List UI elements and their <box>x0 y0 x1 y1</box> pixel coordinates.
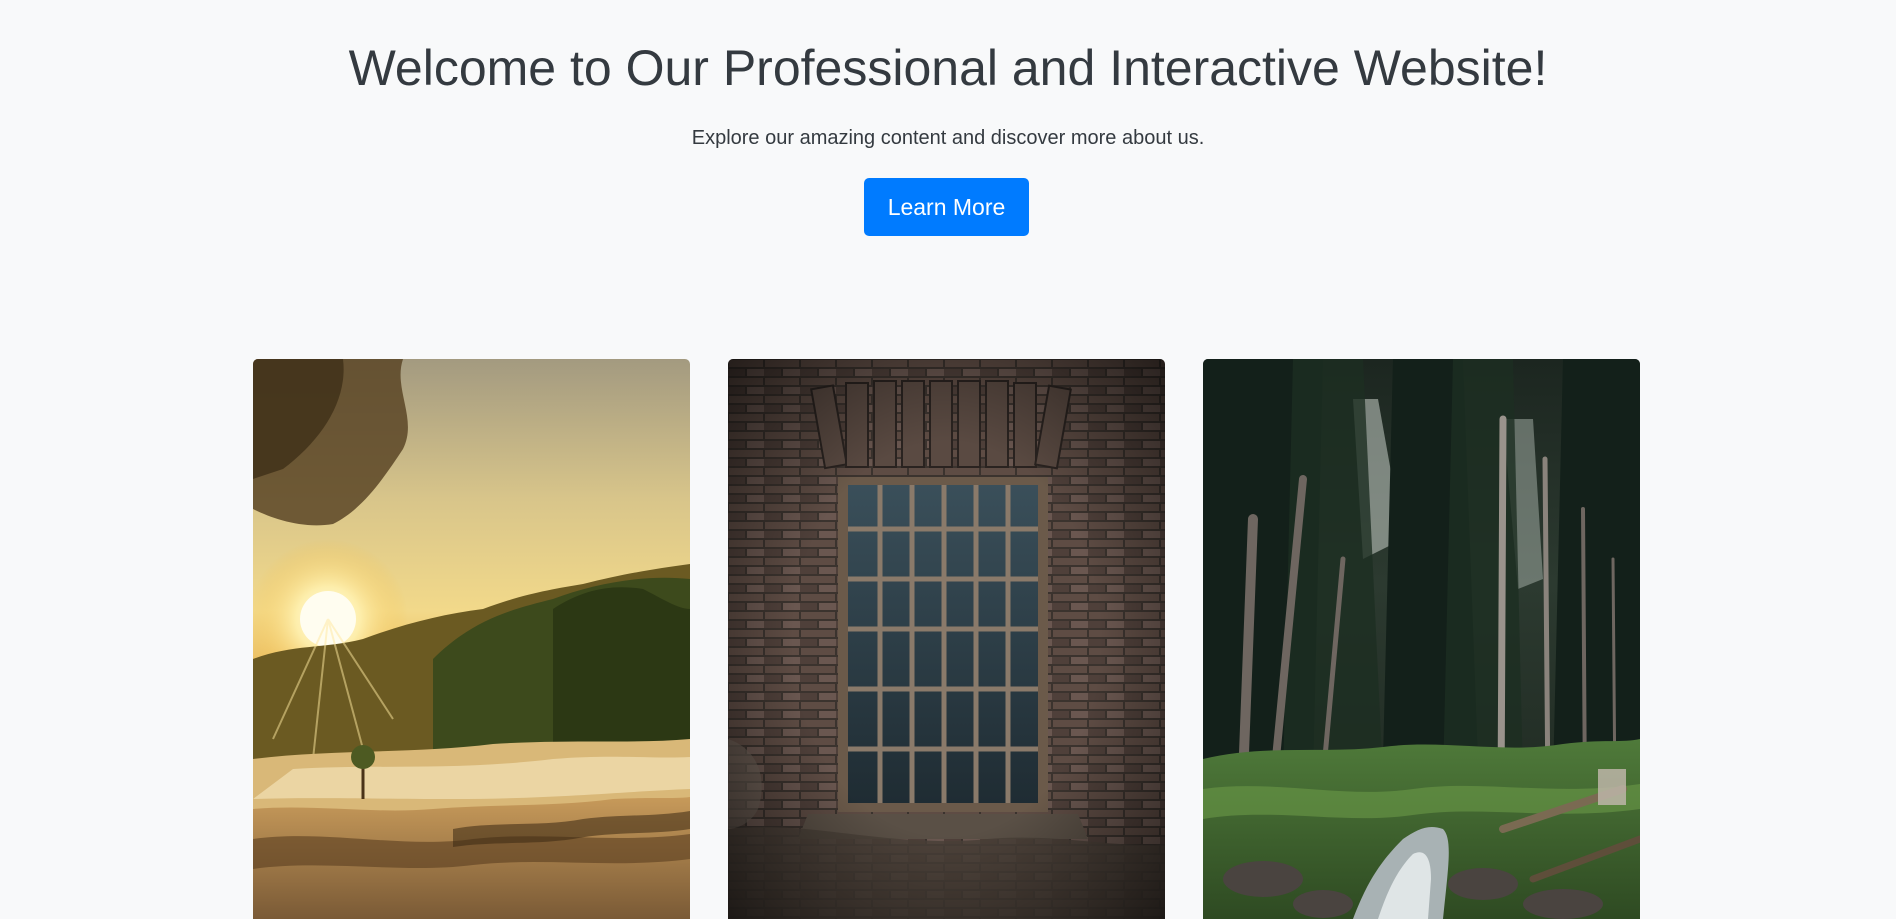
brick-window-image <box>728 359 1165 919</box>
page-subtitle: Explore our amazing content and discover… <box>691 127 1205 149</box>
sunset-river-image <box>253 359 690 919</box>
learn-more-button[interactable]: Learn More <box>864 178 1029 236</box>
gallery-image-forest <box>1203 359 1640 919</box>
pine-forest-image <box>1203 359 1640 919</box>
gallery-image-window <box>728 359 1165 919</box>
gallery-image-sunset <box>253 359 690 919</box>
page-title: Welcome to Our Professional and Interact… <box>348 40 1548 96</box>
